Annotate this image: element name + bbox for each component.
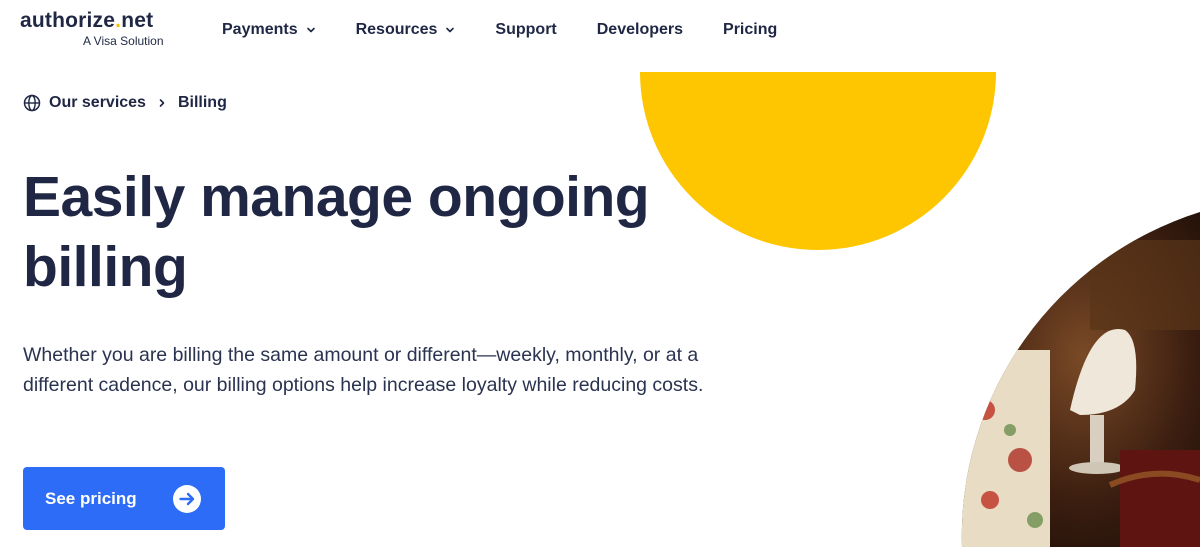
nav-item-support[interactable]: Support: [495, 21, 556, 39]
arrow-right-circle-icon: [173, 484, 201, 513]
see-pricing-button-label: See pricing: [45, 488, 137, 508]
restaurant-photo: [961, 212, 1200, 547]
nav-item-label: Resources: [355, 21, 438, 38]
chevron-down-icon: [306, 27, 315, 33]
page-title: Easily manage ongoing billing: [23, 165, 650, 299]
nav-item-pricing[interactable]: Pricing: [723, 21, 777, 39]
nav-item-payments[interactable]: Payments: [222, 21, 316, 39]
site-header: authorize.net A Visa Solution Payments R…: [0, 0, 1200, 62]
main-nav: Payments Resources Support Developers Pr…: [222, 18, 817, 42]
nav-item-resources[interactable]: Resources: [356, 21, 456, 39]
nav-item-developers[interactable]: Developers: [597, 21, 683, 39]
nav-item-label: Support: [495, 21, 557, 38]
hero-description: Whether you are billing the same amount …: [23, 344, 704, 396]
nav-item-label: Pricing: [723, 21, 778, 38]
logo-wordmark: authorize.net: [20, 9, 154, 32]
logo-tagline: A Visa Solution: [83, 34, 164, 48]
breadcrumb: Our services Billing: [23, 94, 227, 112]
authorize-net-logo[interactable]: authorize.net A Visa Solution: [20, 10, 170, 50]
nav-item-label: Developers: [596, 21, 684, 38]
nav-item-label: Payments: [222, 21, 298, 38]
chevron-right-icon: [159, 99, 165, 107]
breadcrumb-link-our-services[interactable]: Our services: [49, 94, 146, 112]
globe-icon: [23, 94, 41, 112]
chevron-down-icon: [446, 27, 455, 33]
see-pricing-button[interactable]: See pricing: [23, 467, 225, 530]
breadcrumb-current-billing: Billing: [177, 94, 227, 111]
